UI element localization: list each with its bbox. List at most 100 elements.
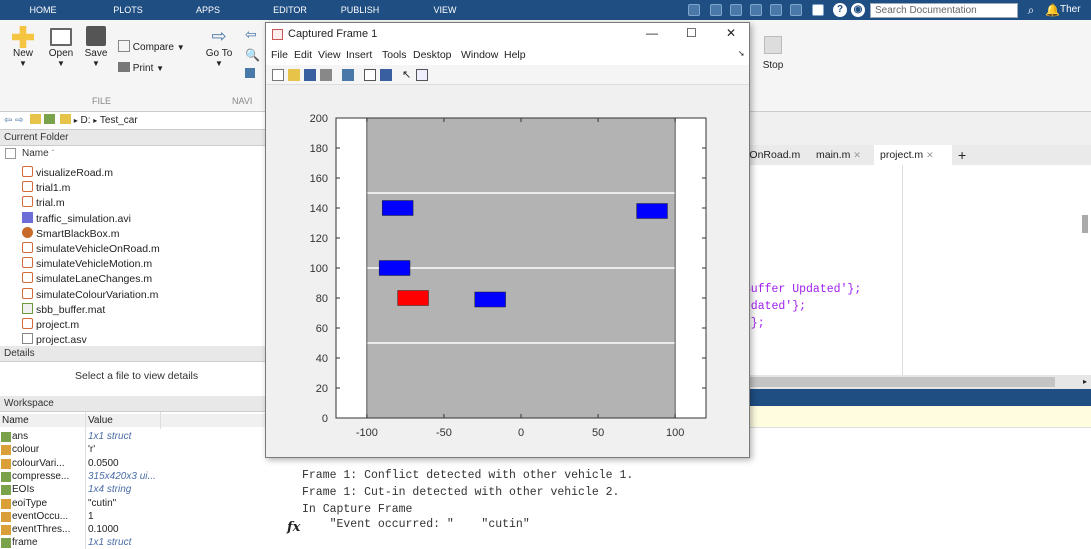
colorbar-icon[interactable] <box>364 69 376 81</box>
breadcrumb-drive[interactable]: D: <box>80 115 90 126</box>
new-figure-icon[interactable] <box>272 69 284 81</box>
vehicle-marker <box>474 291 506 308</box>
switch-windows-icon[interactable] <box>812 4 824 16</box>
link-plot-icon[interactable] <box>342 69 354 81</box>
tab-plots[interactable]: PLOTS <box>103 0 153 20</box>
close-tab-icon[interactable]: ✕ <box>926 150 934 160</box>
tab-apps[interactable]: APPS <box>183 0 233 20</box>
horizontal-scrollbar[interactable]: ▸ <box>730 375 1091 389</box>
workspace-row[interactable]: colourVari... 0.0500 <box>0 457 265 470</box>
maximize-button[interactable]: ☐ <box>686 26 697 40</box>
bookmark-icon[interactable] <box>245 68 255 78</box>
notification-bell-icon[interactable]: 🔔 <box>1045 2 1060 18</box>
menu-insert[interactable]: Insert <box>346 49 372 61</box>
scroll-right-icon[interactable]: ▸ <box>1083 375 1087 389</box>
menu-desktop[interactable]: Desktop <box>413 49 452 61</box>
app-file-icon <box>22 226 33 238</box>
pointer-icon[interactable]: ↖ <box>402 69 414 81</box>
add-tab-button[interactable]: + <box>952 145 974 165</box>
file-list-item[interactable]: traffic_simulation.avi <box>22 211 131 227</box>
workspace-name-header[interactable]: Name <box>2 414 77 427</box>
close-button[interactable]: ✕ <box>726 26 736 40</box>
menu-help[interactable]: Help <box>504 49 526 61</box>
tab-main[interactable]: main.m ✕ <box>810 145 872 165</box>
search-icon[interactable]: ⌕ <box>1023 2 1039 18</box>
file-list-item[interactable]: SmartBlackBox.m <box>22 226 119 242</box>
variable-name: compresse... <box>12 470 70 482</box>
tab-project[interactable]: project.m ✕ <box>874 145 952 165</box>
legend-icon[interactable] <box>380 69 392 81</box>
breadcrumb-folder[interactable]: Test_car <box>100 115 138 126</box>
file-list-item[interactable]: trial.m <box>22 196 65 211</box>
workspace-row[interactable]: ans 1x1 struct <box>0 430 265 443</box>
open-button[interactable]: Open ▼ <box>44 26 78 68</box>
community-icon[interactable]: ◉ <box>851 3 865 17</box>
copy-icon[interactable] <box>770 4 782 16</box>
workspace-row[interactable]: EOIs 1x4 string <box>0 483 265 496</box>
help-icon[interactable]: ? <box>833 3 847 17</box>
figure-window[interactable]: Captured Frame 1 — ☐ ✕ File Edit View In… <box>265 22 750 458</box>
file-list-item[interactable]: trial1.m <box>22 181 70 196</box>
workspace-value-header[interactable]: Value <box>88 414 113 427</box>
y-tick-label: 180 <box>310 143 328 155</box>
vertical-scrollbar-thumb[interactable] <box>1082 215 1088 233</box>
search-input[interactable]: Search Documentation <box>870 3 1018 18</box>
paste-icon[interactable] <box>790 4 802 16</box>
editor-pane[interactable] <box>730 165 1091 375</box>
file-list-item[interactable]: simulateVehicleMotion.m <box>22 257 152 272</box>
undo-icon[interactable] <box>710 4 722 16</box>
cut-icon[interactable] <box>750 4 762 16</box>
file-list-item[interactable]: sbb_buffer.mat <box>22 302 105 318</box>
close-tab-icon[interactable]: ✕ <box>853 150 861 160</box>
workspace-row[interactable]: eventThres... 0.1000 <box>0 523 265 536</box>
goto-button[interactable]: ⇨ Go To ▼ <box>200 26 238 68</box>
menu-edit[interactable]: Edit <box>294 49 312 61</box>
open-file-icon[interactable] <box>288 69 300 81</box>
menu-window[interactable]: Window <box>461 49 498 61</box>
file-name: trial.m <box>36 197 65 210</box>
back-arrow-icon[interactable]: ⇦ <box>245 26 257 43</box>
file-list-item[interactable]: simulateVehicleOnRoad.m <box>22 242 160 257</box>
stop-button[interactable]: Stop <box>758 36 788 71</box>
figure-title-bar[interactable]: Captured Frame 1 — ☐ ✕ <box>266 23 749 47</box>
menu-file[interactable]: File <box>271 49 288 61</box>
workspace-row[interactable]: eventOccu... 1 <box>0 510 265 523</box>
workspace-row[interactable]: colour 'r' <box>0 443 265 456</box>
browse-icon[interactable] <box>44 114 56 124</box>
redo-icon[interactable] <box>730 4 742 16</box>
save-button[interactable]: Save ▼ <box>80 26 112 68</box>
dock-arrow-icon[interactable]: ➘ <box>738 49 745 58</box>
workspace-row[interactable]: eoiType "cutin" <box>0 497 265 510</box>
matlab-script-icon <box>22 196 33 208</box>
up-folder-icon[interactable] <box>30 114 42 124</box>
tab-publish[interactable]: PUBLISH <box>330 0 390 20</box>
workspace-row[interactable]: frame 1x1 struct <box>0 536 265 549</box>
tab-home[interactable]: HOME <box>18 0 68 20</box>
menu-tools[interactable]: Tools <box>382 49 407 61</box>
save-figure-icon[interactable] <box>304 69 316 81</box>
property-editor-icon[interactable] <box>416 69 428 81</box>
user-label[interactable]: Ther <box>1060 0 1081 20</box>
plot-canvas[interactable]: 0 20 40 60 80 100 120 140 160 180 200 -100 -50 0 50 100 <box>266 85 749 457</box>
name-column-header[interactable]: Name ˆ <box>22 148 54 159</box>
print-button[interactable]: Print ▼ <box>118 62 188 74</box>
workspace-row[interactable]: compresse... 315x420x3 ui... <box>0 470 265 483</box>
save-all-icon[interactable] <box>688 4 700 16</box>
compare-button[interactable]: Compare ▼ <box>118 40 194 53</box>
forward-icon[interactable]: ⇨ <box>15 115 23 126</box>
tab-view[interactable]: VIEW <box>420 0 470 20</box>
file-list-item[interactable]: simulateLaneChanges.m <box>22 272 152 287</box>
find-icon[interactable]: 🔍 <box>245 48 260 62</box>
minimize-button[interactable]: — <box>646 26 658 40</box>
print-figure-icon[interactable] <box>320 69 332 81</box>
file-list-item[interactable]: simulateColourVariation.m <box>22 287 158 303</box>
tab-editor[interactable]: EDITOR <box>260 0 320 20</box>
back-icon[interactable]: ⇦ <box>4 115 12 126</box>
address-bar[interactable]: ⇦ ⇨ ▸ D: ▸ Test_car <box>0 112 265 130</box>
menu-view[interactable]: View <box>318 49 341 61</box>
file-list-item[interactable]: project.m <box>22 318 79 333</box>
new-button[interactable]: New ▼ <box>6 26 40 68</box>
file-list-item[interactable]: visualizeRoad.m <box>22 166 113 181</box>
chevron-down-icon: ▼ <box>215 59 223 68</box>
scrollbar-thumb[interactable] <box>730 377 1055 387</box>
